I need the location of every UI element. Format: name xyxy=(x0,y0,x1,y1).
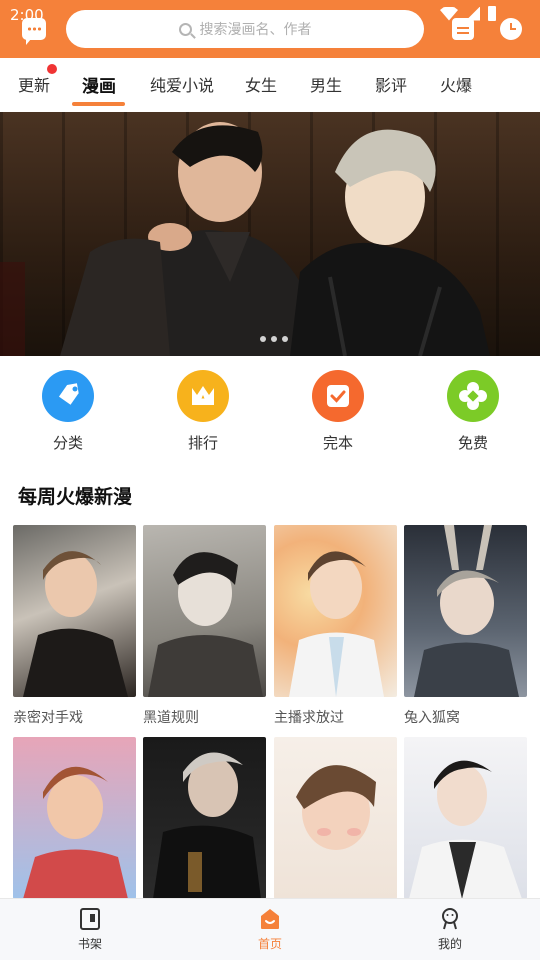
category-label: 免费 xyxy=(457,434,488,452)
tab-female[interactable]: 女生 xyxy=(245,72,277,96)
comic-card[interactable] xyxy=(404,737,527,899)
search-icon xyxy=(178,22,192,36)
nav-profile[interactable]: 我的 xyxy=(420,907,480,952)
comic-card[interactable]: 亲密对手戏 xyxy=(13,525,136,727)
tab-reviews[interactable]: 影评 xyxy=(375,72,407,96)
category-classify[interactable]: 分类 xyxy=(28,370,108,453)
tab-pure-love-novel[interactable]: 纯爱小说 xyxy=(150,72,214,96)
comic-card[interactable] xyxy=(143,737,266,899)
comic-title: 主播求放过 xyxy=(274,710,344,726)
home-icon xyxy=(258,907,282,931)
active-tab-indicator xyxy=(72,102,125,106)
nav-label: 我的 xyxy=(437,937,462,951)
calendar-icon[interactable] xyxy=(452,18,474,40)
comic-cover xyxy=(143,525,266,697)
category-completed[interactable]: 完本 xyxy=(298,370,378,453)
bookshelf-icon xyxy=(78,907,102,931)
comic-card[interactable] xyxy=(274,737,397,899)
tab-comics[interactable]: 漫画 xyxy=(82,72,116,97)
top-bar: 2:00 搜索漫画名、作者 xyxy=(0,0,540,58)
category-ranking[interactable]: 排行 xyxy=(163,370,243,453)
comic-cover xyxy=(404,525,527,697)
comic-cover xyxy=(143,737,266,899)
banner-page-indicator xyxy=(260,336,288,342)
tag-icon xyxy=(42,370,94,422)
category-label: 排行 xyxy=(187,434,218,452)
comic-cover xyxy=(13,525,136,697)
nav-bookshelf[interactable]: 书架 xyxy=(60,907,120,952)
diamond-icon xyxy=(447,370,499,422)
category-tabs: 更新 漫画 纯爱小说 女生 男生 影评 火爆 xyxy=(0,58,540,108)
message-icon[interactable] xyxy=(22,18,46,45)
nav-home[interactable]: 首页 xyxy=(240,907,300,952)
search-input[interactable]: 搜索漫画名、作者 xyxy=(66,10,424,48)
comic-title: 黑道规则 xyxy=(143,710,199,726)
profile-icon xyxy=(438,907,462,931)
bottom-navigation: 书架 首页 我的 xyxy=(0,898,540,960)
tab-male[interactable]: 男生 xyxy=(310,72,342,96)
comic-card[interactable] xyxy=(13,737,136,899)
crown-icon xyxy=(177,370,229,422)
category-free[interactable]: 免费 xyxy=(433,370,513,453)
update-badge xyxy=(47,64,57,74)
quick-categories: 分类 排行 完本 免费 xyxy=(0,362,540,462)
nav-label: 首页 xyxy=(257,937,282,951)
comic-cover xyxy=(13,737,136,899)
nav-label: 书架 xyxy=(77,937,102,951)
comic-cover xyxy=(274,737,397,899)
comic-card[interactable]: 主播求放过 xyxy=(274,525,397,727)
category-label: 分类 xyxy=(52,434,83,452)
checkbox-icon xyxy=(312,370,364,422)
comic-card[interactable]: 兔入狐窝 xyxy=(404,525,527,727)
page-dot xyxy=(271,336,277,342)
comic-cover xyxy=(274,525,397,697)
page-dot xyxy=(282,336,288,342)
banner-carousel[interactable] xyxy=(0,112,540,356)
battery-icon xyxy=(488,6,496,21)
comic-cover xyxy=(404,737,527,899)
tab-update[interactable]: 更新 xyxy=(18,72,50,96)
tab-hot[interactable]: 火爆 xyxy=(440,72,472,96)
banner-artwork xyxy=(0,122,490,356)
search-placeholder: 搜索漫画名、作者 xyxy=(199,22,312,38)
comic-title: 亲密对手戏 xyxy=(13,710,83,726)
comic-card[interactable]: 黑道规则 xyxy=(143,525,266,727)
page-dot xyxy=(260,336,266,342)
section-title: 每周火爆新漫 xyxy=(18,486,133,508)
category-label: 完本 xyxy=(322,434,353,452)
history-clock-icon[interactable] xyxy=(500,18,522,40)
comic-title: 兔入狐窝 xyxy=(404,710,460,726)
